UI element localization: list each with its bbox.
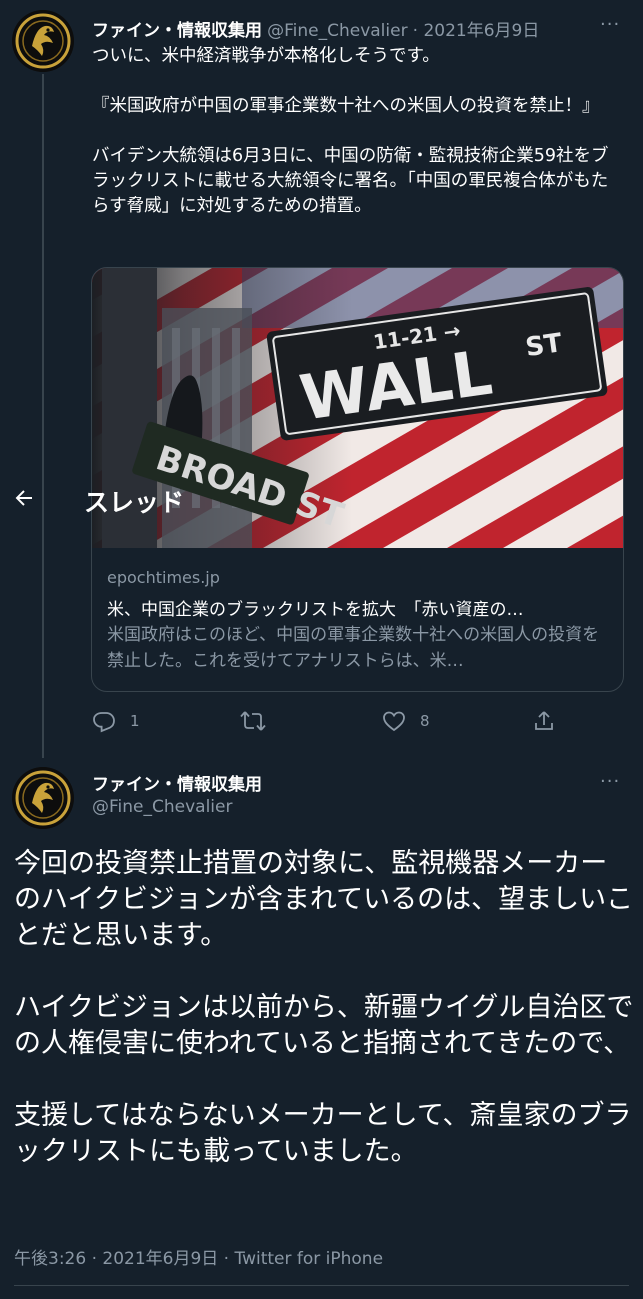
reply-button[interactable]: 1 [92,709,140,733]
share-icon [535,711,553,730]
card-description: 米国政府はこのほど、中国の軍事企業数十社への米国人の投資を禁止した。これを受けて… [107,625,600,671]
more-icon[interactable]: ··· [600,14,620,35]
tweet-header: ファイン・情報収集用 @Fine_Chevalier · 2021年6月9日 [92,16,539,41]
tweet-timestamp[interactable]: 午後3:26 · 2021年6月9日 · Twitter for iPhone [14,1244,383,1269]
author-name[interactable]: ファイン・情報収集用 [92,21,262,41]
divider [14,1285,629,1286]
tweet-text: 今回の投資禁止措置の対象に、監視機器メーカーのハイクビジョンが含まれているのは、… [14,848,634,1167]
thread-header: スレッド [0,468,643,536]
tweet-date[interactable]: · 2021年6月9日 [413,21,540,41]
avatar[interactable] [12,10,74,72]
more-icon[interactable]: ··· [600,771,620,792]
avatar[interactable] [12,767,74,829]
like-icon [383,711,405,732]
thread-connector-line [42,74,44,758]
author-name[interactable]: ファイン・情報収集用 [92,770,262,795]
like-button[interactable]: 8 [382,709,430,733]
back-arrow-icon[interactable] [12,486,36,516]
card-domain: epochtimes.jp [107,568,220,587]
author-handle[interactable]: @Fine_Chevalier [92,797,232,817]
retweet-icon [240,711,266,731]
share-button[interactable] [532,709,570,733]
author-handle[interactable]: @Fine_Chevalier [267,21,407,41]
reply-icon [93,712,115,733]
like-count: 8 [420,712,430,730]
retweet-button[interactable] [240,709,280,733]
reply-count: 1 [130,712,140,730]
tweet-text: ついに、米中経済戦争が本格化しそうです。 『米国政府が中国の軍事企業数十社への米… [92,46,609,216]
sign-st: ST [524,328,565,363]
header-title: スレッド [84,488,185,517]
card-title: 米、中国企業のブラックリストを拡大 「赤い資産の… [107,600,524,620]
